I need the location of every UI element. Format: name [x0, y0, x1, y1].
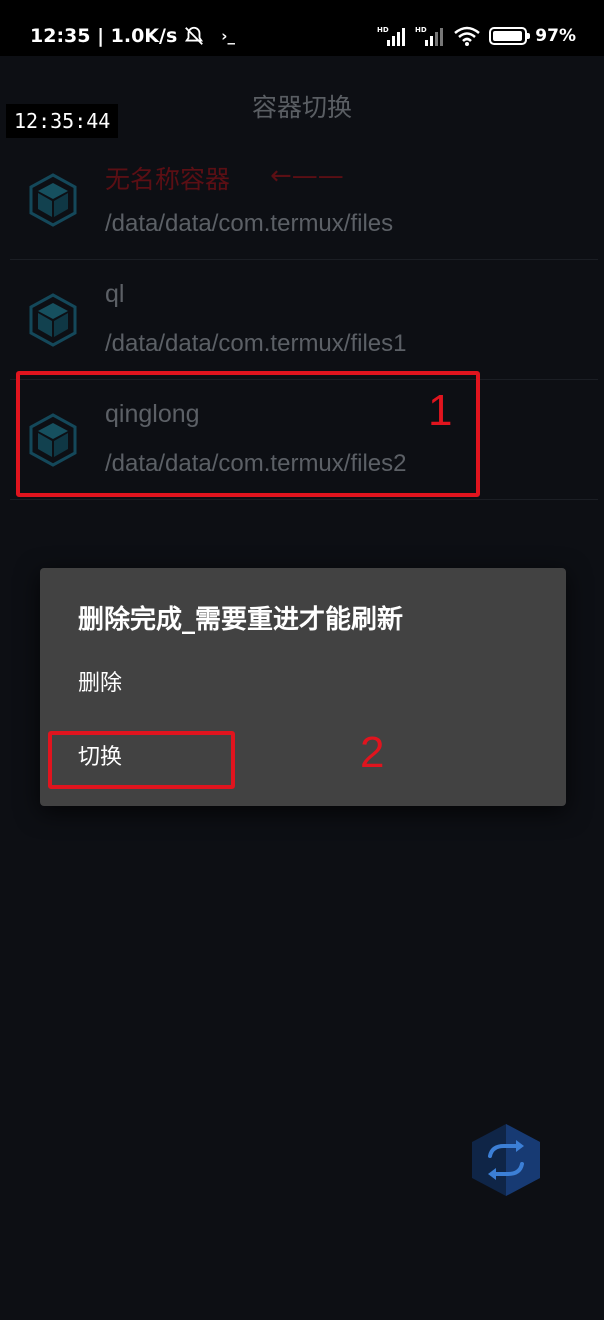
arrow-left-icon: ←—— — [270, 161, 344, 191]
svg-text:HD: HD — [377, 26, 389, 34]
dialog-title: 删除完成_需要重进才能刷新 — [78, 605, 404, 635]
status-time: 12:35 | 1.0K/s — [30, 25, 178, 47]
signal-1-icon: HD — [377, 26, 406, 46]
battery-level: 97% — [535, 26, 576, 46]
annotation-box-1 — [16, 371, 480, 497]
signal-2-icon: HD — [415, 26, 444, 46]
container-name: ql — [105, 280, 125, 308]
svg-text:HD: HD — [415, 26, 427, 34]
delete-option[interactable]: 删除 — [40, 654, 566, 714]
status-right: HD HD 97% — [377, 22, 576, 50]
container-path: /data/data/com.termux/files — [105, 210, 394, 237]
cube-icon — [29, 293, 77, 347]
container-path: /data/data/com.termux/files1 — [105, 330, 407, 357]
terminal-icon: ›_ — [221, 27, 235, 45]
annotation-label-2: 2 — [360, 728, 385, 777]
cube-icon — [29, 173, 77, 227]
status-left: 12:35 | 1.0K/s ›_ — [30, 22, 235, 50]
list-item-container-0[interactable]: 无名称容器 ←—— /data/data/com.termux/files — [10, 140, 598, 260]
wifi-icon — [454, 26, 481, 46]
switch-arrows-icon[interactable] — [468, 1122, 544, 1198]
clock-overlay: 12:35:44 — [6, 104, 119, 138]
status-bar: 12:35 | 1.0K/s ›_ HD HD 97% — [0, 0, 604, 56]
list-item-container-1[interactable]: ql /data/data/com.termux/files1 — [10, 260, 598, 380]
container-name: 无名称容器 — [105, 166, 231, 194]
battery-icon — [489, 27, 531, 45]
annotation-box-2 — [48, 731, 235, 789]
annotation-label-1: 1 — [428, 386, 453, 435]
mute-bell-icon — [185, 26, 204, 45]
